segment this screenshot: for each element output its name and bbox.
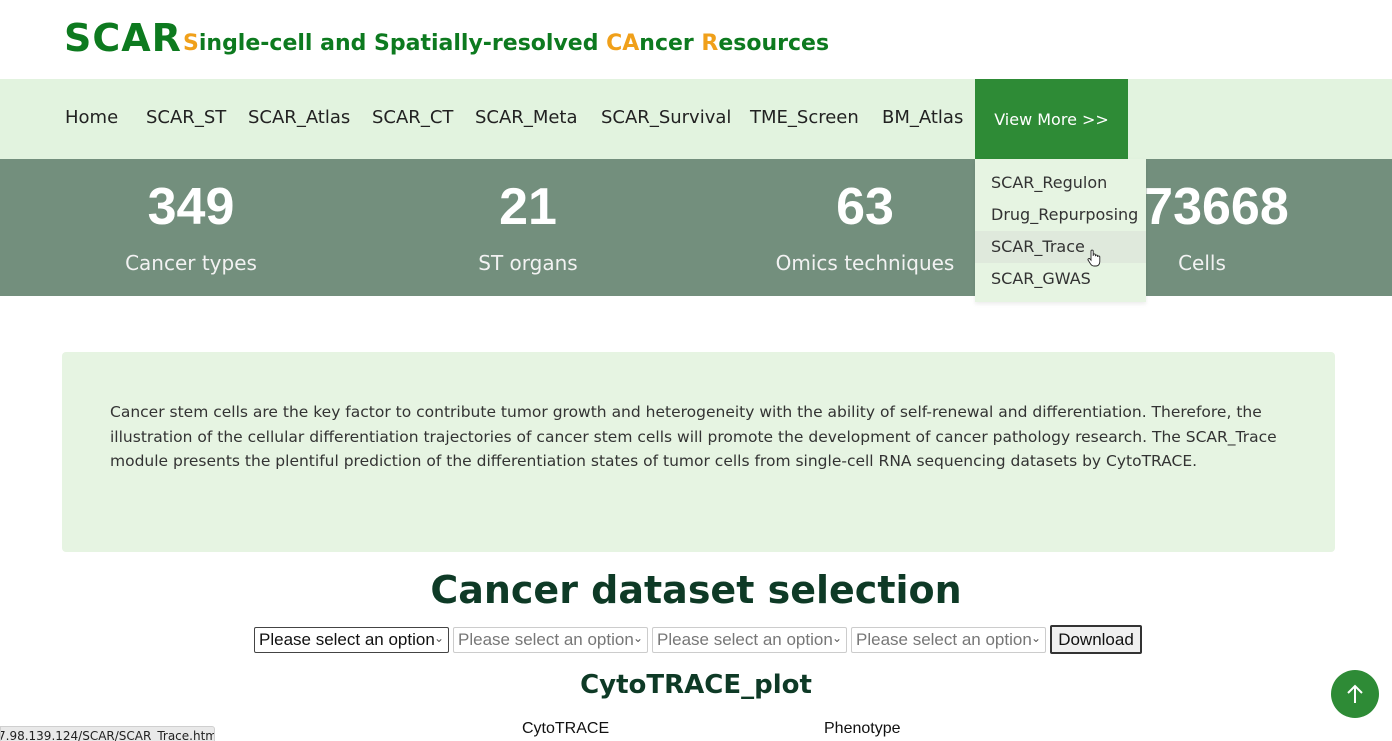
tagline-initial-r: R	[701, 31, 719, 56]
cytotrace-plot-title: CytoTRACE_plot	[580, 670, 812, 700]
view-more-button[interactable]: View More >>	[975, 79, 1128, 159]
stat-number: 21	[499, 178, 557, 236]
site-logo[interactable]: SCAR	[64, 16, 182, 60]
cancer-select-2[interactable]: Please select an option ⌄	[453, 627, 648, 653]
chevron-down-icon: ⌄	[831, 631, 842, 645]
nav-item-scar-st[interactable]: SCAR_ST	[146, 107, 226, 128]
plot-label-phenotype: Phenotype	[824, 720, 901, 737]
select-value: Please select an option	[458, 630, 634, 649]
nav-item-home[interactable]: Home	[65, 107, 118, 128]
chevron-down-icon: ⌄	[433, 631, 444, 645]
nav-item-scar-meta[interactable]: SCAR_Meta	[475, 107, 578, 128]
dropdown-item-scar-regulon[interactable]: SCAR_Regulon	[975, 167, 1146, 199]
view-more-dropdown: SCAR_Regulon Drug_Repurposing SCAR_Trace…	[975, 159, 1146, 302]
stat-label: Omics techniques	[775, 251, 955, 275]
back-to-top-button[interactable]	[1331, 670, 1379, 718]
nav-item-bm-atlas[interactable]: BM_Atlas	[882, 107, 963, 128]
intro-description: Cancer stem cells are the key factor to …	[110, 403, 1277, 470]
nav-item-tme-screen[interactable]: TME_Screen	[750, 107, 859, 128]
nav-item-scar-ct[interactable]: SCAR_CT	[372, 107, 453, 128]
arrow-up-icon	[1347, 684, 1363, 703]
cancer-select-3[interactable]: Please select an option ⌄	[652, 627, 847, 653]
tagline-initial-ca: CA	[606, 31, 640, 56]
tagline-text-2: ncer	[639, 31, 702, 56]
stat-number: 349	[147, 178, 235, 236]
stat-number: 63	[836, 178, 894, 236]
cancer-select-4[interactable]: Please select an option ⌄	[851, 627, 1046, 653]
browser-status-url: 7.98.139.124/SCAR/SCAR_Trace.html	[0, 726, 215, 741]
stat-omics-techniques: 63 Omics techniques	[735, 177, 995, 275]
site-header: SCAR Single-cell and Spatially-resolved …	[0, 0, 1392, 79]
stat-label: Cancer types	[125, 251, 257, 275]
hand-pointer-icon	[1087, 249, 1101, 267]
stat-cancer-types: 349 Cancer types	[61, 177, 321, 275]
select-value: Please select an option	[856, 630, 1032, 649]
stat-st-organs: 21 ST organs	[398, 177, 658, 275]
dropdown-item-scar-trace[interactable]: SCAR_Trace	[975, 231, 1146, 263]
download-button[interactable]: Download	[1050, 625, 1142, 654]
select-value: Please select an option	[259, 630, 435, 649]
tagline-text-1: ingle-cell and Spatially-resolved	[198, 31, 607, 56]
stats-band: 349 Cancer types 21 ST organs 63 Omics t…	[0, 159, 1392, 296]
plot-label-cytotrace: CytoTRACE	[522, 720, 610, 737]
dataset-selection-title: Cancer dataset selection	[430, 568, 962, 612]
chevron-down-icon: ⌄	[632, 631, 643, 645]
nav-item-scar-survival[interactable]: SCAR_Survival	[601, 107, 731, 128]
tagline-text-3: esources	[718, 31, 830, 56]
select-value: Please select an option	[657, 630, 833, 649]
tagline-initial-s: S	[183, 31, 199, 56]
site-tagline: Single-cell and Spatially-resolved CAnce…	[183, 31, 829, 56]
chevron-down-icon: ⌄	[1030, 631, 1041, 645]
dropdown-item-scar-gwas[interactable]: SCAR_GWAS	[975, 263, 1146, 295]
cancer-select-1[interactable]: Please select an option ⌄	[254, 627, 449, 653]
main-nav: Home SCAR_ST SCAR_Atlas SCAR_CT SCAR_Met…	[0, 79, 1392, 159]
nav-item-scar-atlas[interactable]: SCAR_Atlas	[248, 107, 350, 128]
dropdown-item-drug-repurposing[interactable]: Drug_Repurposing	[975, 199, 1146, 231]
stat-label: ST organs	[478, 251, 578, 275]
intro-card: Cancer stem cells are the key factor to …	[62, 352, 1335, 552]
